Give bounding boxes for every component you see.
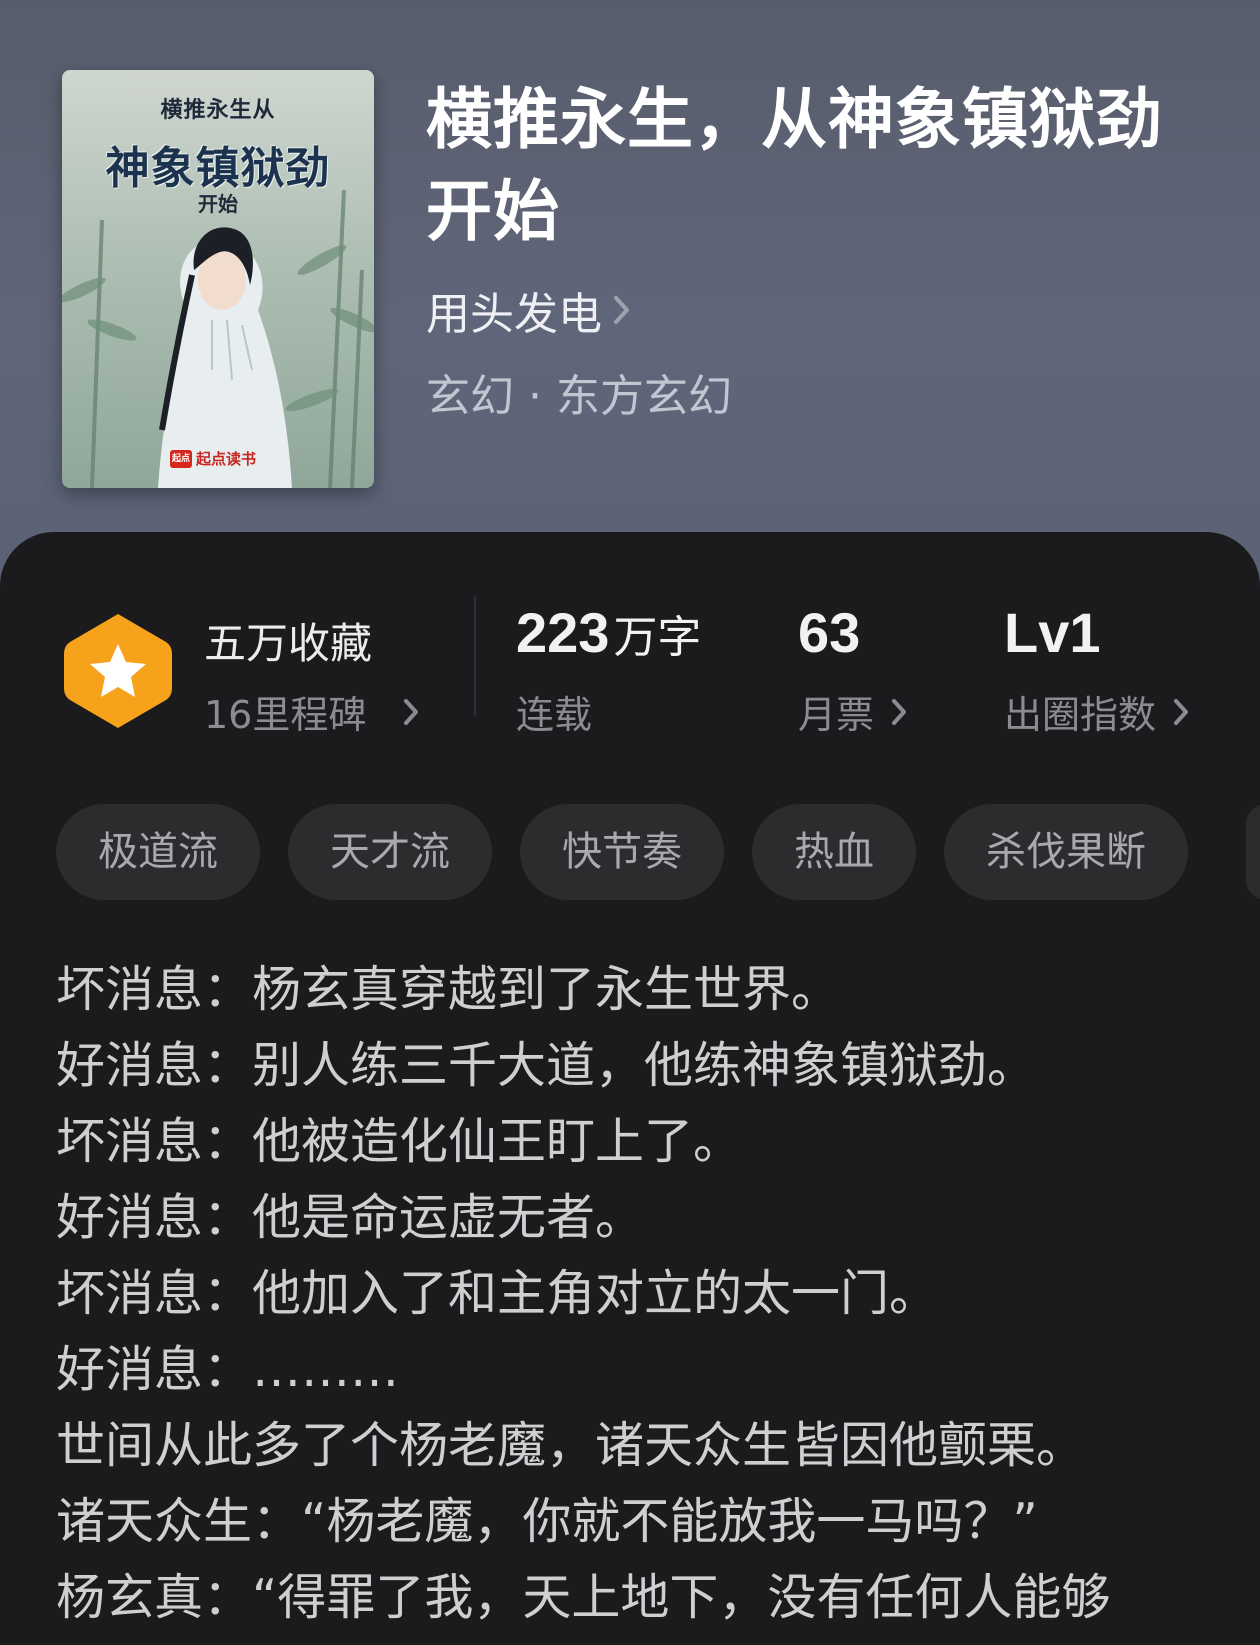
synopsis-line: 坏消息：他加入了和主角对立的太一门。 xyxy=(56,1265,939,1322)
synopsis-line: 好消息：别人练三千大道，他练神象镇狱劲。 xyxy=(56,1037,1037,1094)
synopsis-line: 诸天众生：“杨老魔，你就不能放我一马吗？” xyxy=(56,1493,1038,1550)
tag-chip[interactable]: 杀伐果断 xyxy=(944,804,1188,900)
milestone-label: 16里程碑 xyxy=(204,693,367,737)
book-title: 横推永生，从神象镇狱劲开始 xyxy=(426,81,1163,250)
synopsis-line: 世间从此多了个杨老魔，诸天众生皆因他颤栗。 xyxy=(56,1417,1086,1474)
book-cover[interactable]: 横推永生从 神象镇狱劲 开始 起点 起点读书 xyxy=(62,70,374,488)
chevron-right-icon xyxy=(892,698,907,725)
book-genre[interactable]: 玄幻 · 东方玄幻 xyxy=(426,360,732,424)
tag-chip[interactable]: 天才流 xyxy=(288,804,492,900)
stat-divider xyxy=(474,596,476,716)
author-link[interactable]: 用头发电 xyxy=(426,278,632,342)
tag-chip[interactable]: 快节奏 xyxy=(520,804,724,900)
word-count-number: 223 xyxy=(516,601,610,664)
cover-title-line2: 神象镇狱劲 xyxy=(105,143,331,194)
popularity-index-link[interactable]: 出圈指数 xyxy=(1004,684,1192,739)
cover-title-line3: 开始 xyxy=(198,192,238,216)
tag-list: 极道流 天才流 快节奏 热血 杀伐果断 xyxy=(56,804,1188,900)
word-count: 223万字 xyxy=(516,600,701,665)
chevron-right-icon xyxy=(614,296,629,324)
book-synopsis[interactable]: 坏消息：杨玄真穿越到了永生世界。 好消息：别人练三千大道，他练神象镇狱劲。 坏消… xyxy=(56,952,1246,1636)
monthly-ticket-link[interactable]: 月票 xyxy=(798,684,910,739)
star-hexagon-icon xyxy=(64,614,172,728)
publisher-logo-icon: 起点 xyxy=(170,449,192,468)
synopsis-line: 坏消息：他被造化仙王盯上了。 xyxy=(56,1113,743,1170)
collection-count: 五万收藏 xyxy=(204,619,373,668)
milestone-link[interactable]: 16里程碑 xyxy=(204,684,424,739)
serial-status: 连载 xyxy=(516,684,592,739)
popularity-level: Lv1 xyxy=(1004,601,1101,664)
book-detail-page: 横推永生从 神象镇狱劲 开始 起点 起点读书 横推永生，从神象镇狱劲开始 用头发… xyxy=(0,0,1260,1645)
synopsis-line: 杨玄真：“得罪了我，天上地下，没有任何人能够 xyxy=(56,1569,1111,1626)
synopsis-line: 坏消息：杨玄真穿越到了永生世界。 xyxy=(56,961,841,1018)
cover-title-line1: 横推永生从 xyxy=(160,98,276,123)
publisher-name: 起点读书 xyxy=(196,450,257,468)
tag-chip-overflow[interactable] xyxy=(1246,804,1260,900)
popularity-index-label: 出圈指数 xyxy=(1004,693,1157,737)
serial-status-label: 连载 xyxy=(516,693,593,737)
tag-chip[interactable]: 极道流 xyxy=(56,804,260,900)
synopsis-line: 好消息：他是命运虚无者。 xyxy=(56,1189,645,1246)
chevron-right-icon xyxy=(404,698,419,725)
tag-chip[interactable]: 热血 xyxy=(752,804,916,900)
synopsis-line: 好消息：……… xyxy=(56,1341,400,1398)
book-info-panel: 五万收藏 16里程碑 223万字 连载 63 月票 Lv1 出圈指数 极道流 天… xyxy=(0,532,1260,1645)
author-name: 用头发电 xyxy=(426,289,602,340)
word-count-unit: 万字 xyxy=(613,612,702,663)
monthly-ticket-count: 63 xyxy=(798,601,861,664)
monthly-ticket-label: 月票 xyxy=(798,693,875,737)
chevron-right-icon xyxy=(1174,698,1189,725)
publisher-badge: 起点 起点读书 xyxy=(170,448,256,469)
